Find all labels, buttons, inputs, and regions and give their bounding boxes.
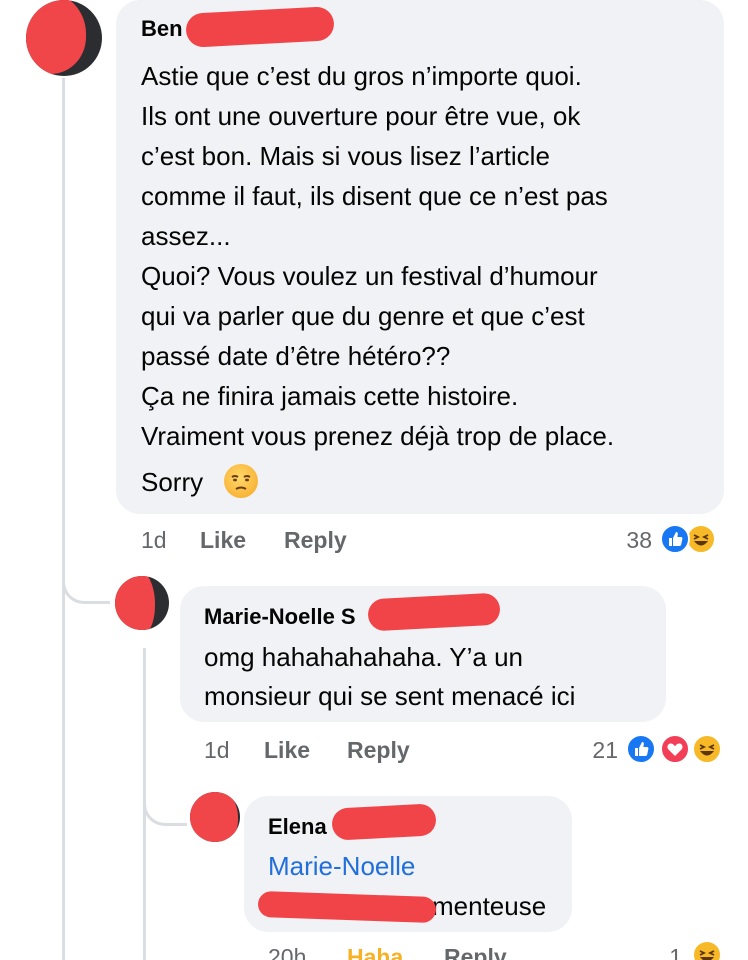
thread-line-main xyxy=(62,78,65,960)
haha-icon[interactable] xyxy=(686,524,716,554)
comment-text-line: qui va parler que du genre et que c’est xyxy=(141,301,585,331)
reply-connector xyxy=(62,540,110,604)
avatar[interactable] xyxy=(26,0,102,76)
unamused-face-emoji-icon xyxy=(224,464,258,498)
comment-text-line: Vraiment vous prenez déjà trop de place. xyxy=(141,421,615,451)
comment-sign-off: Sorry xyxy=(141,467,204,497)
comment-text-line: c’est bon. Mais si vous lisez l’article xyxy=(141,141,550,171)
comment-text-line: Astie que c’est du gros n’importe quoi. xyxy=(141,61,582,91)
comment-text-line: Ils ont une ouverture pour être vue, ok xyxy=(141,101,581,131)
haha-reaction-button[interactable]: Haha xyxy=(347,944,403,960)
comment-text-line: monsieur qui se sent menacé ici xyxy=(204,681,576,711)
comment-text-line: omg hahahahahaha. Y’a un xyxy=(204,642,524,672)
like-icon[interactable] xyxy=(660,524,690,554)
comment-author[interactable]: Ben xyxy=(141,16,183,42)
reply-button[interactable]: Reply xyxy=(347,737,410,764)
reply-button[interactable]: Reply xyxy=(444,944,507,960)
avatar[interactable] xyxy=(115,576,169,630)
reaction-count[interactable]: 38 xyxy=(612,527,652,554)
comment-author[interactable]: Elena xyxy=(268,814,327,840)
like-button[interactable]: Like xyxy=(200,527,246,554)
comment-timestamp[interactable]: 20h xyxy=(268,944,306,960)
comment-author[interactable]: Marie-Noelle S xyxy=(204,604,356,630)
haha-icon[interactable] xyxy=(692,940,722,960)
comment-text-line: Quoi? Vous voulez un festival d’humour xyxy=(141,261,598,291)
redaction-mark xyxy=(115,576,155,630)
reaction-count[interactable]: 1 xyxy=(642,944,682,960)
reply-button[interactable]: Reply xyxy=(284,527,347,554)
comment-text-line: menteuse xyxy=(432,891,547,921)
like-icon[interactable] xyxy=(626,734,656,764)
comment-mention-link[interactable]: Marie-Noelle xyxy=(268,846,415,886)
redaction-mark xyxy=(190,792,238,842)
avatar[interactable] xyxy=(190,792,240,842)
like-button[interactable]: Like xyxy=(264,737,310,764)
reaction-count[interactable]: 21 xyxy=(578,737,618,764)
comment-text-line: passé date d’être hétéro?? xyxy=(141,341,451,371)
comment-timestamp[interactable]: 1d xyxy=(141,527,167,554)
redaction-mark xyxy=(26,0,86,74)
haha-icon[interactable] xyxy=(692,734,722,764)
redaction-scribble xyxy=(331,803,437,841)
nested-reply-connector xyxy=(143,760,187,826)
comment-text-line: comme il faut, ils disent que ce n’est p… xyxy=(141,181,608,211)
comment-timestamp[interactable]: 1d xyxy=(204,737,230,764)
love-icon[interactable] xyxy=(660,734,690,764)
comment-text-line: Ça ne finira jamais cette histoire. xyxy=(141,381,519,411)
comment-text-line: assez... xyxy=(141,221,231,251)
